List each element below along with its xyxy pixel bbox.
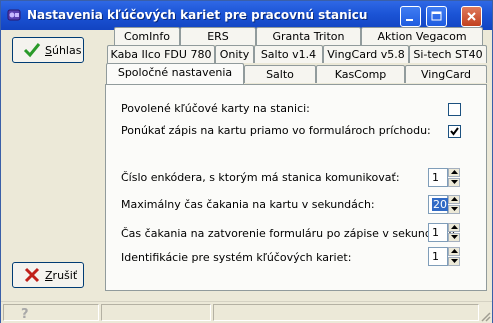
close-wait-label: Čas čakania na zatvorenie formuláru po z…: [121, 227, 456, 240]
left-panel: [2, 30, 97, 296]
status-cell-help: ?: [3, 304, 99, 321]
close-button[interactable]: [461, 6, 482, 27]
settings-window: Nastavenia kľúčových kariet pre pracovnú…: [0, 0, 493, 323]
help-icon: ?: [21, 307, 29, 320]
identification-input[interactable]: 1: [428, 247, 448, 266]
minimize-icon: [406, 19, 413, 21]
max-wait-label: Maximálny čas čakania na kartu v sekundá…: [121, 198, 375, 211]
close-wait-down-button[interactable]: [448, 233, 460, 242]
close-wait-up-button[interactable]: [448, 223, 460, 232]
offer-write-label: Ponúkať zápis na kartu priamo vo formulá…: [121, 124, 431, 137]
maximize-button[interactable]: [426, 6, 447, 27]
window-title: Nastavenia kľúčových kariet pre pracovnú…: [27, 8, 368, 22]
status-cell-3: [213, 304, 479, 321]
tab-si-tech[interactable]: Si-tech ST40: [409, 45, 487, 63]
offer-write-checkbox[interactable]: [448, 125, 461, 138]
key-card-icon: [7, 9, 21, 21]
tab-kascomp[interactable]: KasComp: [316, 65, 405, 83]
minimize-button[interactable]: [400, 6, 421, 27]
max-wait-input[interactable]: 20: [428, 195, 448, 214]
tab-onity[interactable]: Onity: [215, 45, 254, 63]
status-cell-2: [101, 304, 211, 321]
max-wait-down-button[interactable]: [448, 205, 460, 214]
tab-kaba-ilco[interactable]: Kaba Ilco FDU 780: [107, 45, 215, 63]
tab-aktion-vegacom[interactable]: Aktion Vegacom: [361, 27, 483, 45]
maximize-icon: [431, 11, 442, 21]
arrow-up-icon: [451, 170, 458, 174]
arrow-down-icon: [451, 207, 458, 211]
arrow-up-icon: [451, 225, 458, 229]
allowed-cards-label: Povolené kľúčové karty na stanici:: [121, 102, 310, 115]
svg-text:?: ?: [21, 307, 29, 320]
identification-up-button[interactable]: [448, 247, 460, 256]
close-wait-input[interactable]: 1: [428, 223, 448, 242]
encoder-input[interactable]: 1: [428, 168, 448, 187]
arrow-down-icon: [451, 235, 458, 239]
identification-spinner[interactable]: 1: [428, 247, 460, 266]
encoder-up-button[interactable]: [448, 168, 460, 177]
max-wait-spinner[interactable]: 20: [428, 195, 460, 214]
encoder-label: Číslo enkódera, s ktorým má stanica komu…: [121, 171, 400, 184]
arrow-down-icon: [451, 180, 458, 184]
encoder-spinner[interactable]: 1: [428, 168, 460, 187]
tab-vingcard-v58[interactable]: VingCard v5.8: [323, 45, 409, 63]
cancel-button[interactable]: Zrušiť: [12, 262, 84, 288]
tab-granta-triton[interactable]: Granta Triton: [256, 27, 361, 45]
identification-down-button[interactable]: [448, 257, 460, 266]
identification-label: Identifikácie pre systém kľúčových karie…: [121, 251, 352, 264]
cancel-button-label: Zrušiť: [45, 268, 78, 282]
tab-spolocne-nastavenia[interactable]: Spoločné nastavenia: [106, 63, 244, 84]
close-wait-spinner[interactable]: 1: [428, 223, 460, 242]
arrow-up-icon: [451, 197, 458, 201]
encoder-down-button[interactable]: [448, 178, 460, 187]
x-icon: [24, 267, 40, 283]
ok-button[interactable]: Súhlas: [12, 37, 84, 63]
ok-button-label: Súhlas: [45, 43, 82, 57]
resize-grip-icon[interactable]: [479, 310, 491, 322]
tab-ers[interactable]: ERS: [180, 27, 256, 45]
arrow-down-icon: [451, 259, 458, 263]
tab-cominfo[interactable]: ComInfo: [114, 27, 180, 45]
allowed-cards-checkbox[interactable]: [448, 103, 461, 116]
title-bar[interactable]: Nastavenia kľúčových kariet pre pracovnú…: [1, 1, 492, 30]
check-icon: [23, 43, 41, 58]
arrow-up-icon: [451, 249, 458, 253]
close-icon: [467, 12, 476, 21]
status-bar: ?: [1, 301, 492, 323]
tab-salto[interactable]: Salto: [244, 65, 316, 83]
tab-vingcard[interactable]: VingCard: [405, 65, 487, 83]
max-wait-up-button[interactable]: [448, 195, 460, 204]
tab-salto-v14[interactable]: Salto v1.4: [254, 45, 323, 63]
checkmark-icon: [450, 127, 459, 136]
